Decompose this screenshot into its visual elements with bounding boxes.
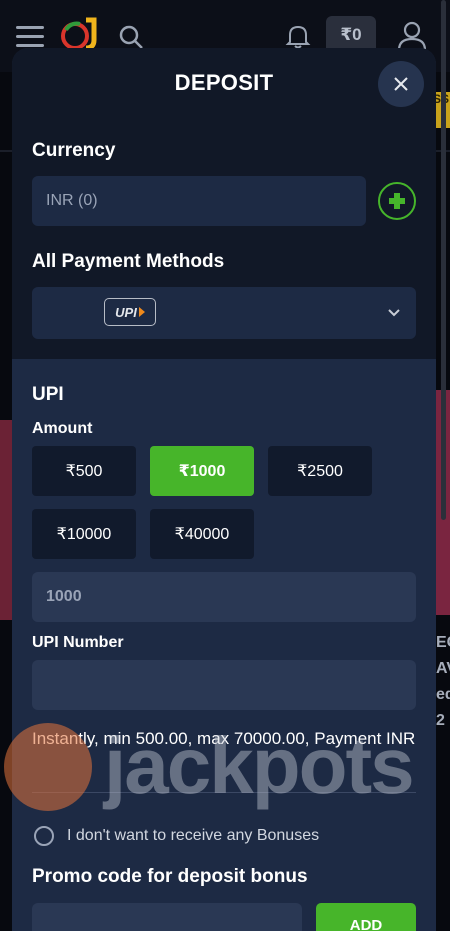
amount-input[interactable]: 1000 [32, 572, 416, 622]
background-side-text: EG AV ed 2 [436, 634, 450, 729]
background-banner-left [0, 420, 12, 620]
promo-code-label: Promo code for deposit bonus [32, 866, 308, 887]
amount-option-10000[interactable]: ₹10000 [32, 509, 136, 559]
page-scrollbar[interactable] [441, 0, 446, 520]
amount-label: Amount [32, 420, 93, 437]
currency-label: Currency [32, 140, 116, 161]
chevron-down-icon [388, 309, 400, 317]
close-button[interactable] [378, 61, 424, 107]
upi-number-input[interactable] [32, 660, 416, 710]
modal-title: DEPOSIT [174, 70, 274, 95]
deposit-limits-info: Instantly, min 500.00, max 70000.00, Pay… [32, 729, 416, 748]
add-promo-button[interactable]: ADD [316, 903, 416, 931]
plus-icon [389, 193, 405, 209]
amount-option-40000[interactable]: ₹40000 [150, 509, 254, 559]
brand-logo[interactable] [60, 16, 100, 52]
no-bonus-label: I don't want to receive any Bonuses [67, 827, 320, 844]
payment-method-select[interactable]: UPI [32, 287, 416, 339]
bell-icon[interactable] [284, 22, 312, 50]
upi-number-label: UPI Number [32, 634, 124, 651]
currency-select[interactable]: INR (0) [32, 176, 366, 226]
payment-methods-label: All Payment Methods [32, 251, 225, 272]
upi-section-title: UPI [32, 384, 64, 405]
deposit-modal: DEPOSIT Currency INR (0) All Payment Met… [12, 48, 436, 931]
promo-code-input[interactable] [32, 903, 302, 931]
upi-logo: UPI [104, 298, 156, 326]
amount-option-1000[interactable]: ₹1000 [150, 446, 254, 496]
amount-option-500[interactable]: ₹500 [32, 446, 136, 496]
divider [32, 792, 416, 793]
close-icon [394, 77, 408, 91]
no-bonus-radio[interactable] [34, 826, 54, 846]
hamburger-menu-icon[interactable] [16, 26, 44, 47]
add-currency-button[interactable] [378, 182, 416, 220]
amount-option-2500[interactable]: ₹2500 [268, 446, 372, 496]
search-icon[interactable] [118, 24, 144, 50]
